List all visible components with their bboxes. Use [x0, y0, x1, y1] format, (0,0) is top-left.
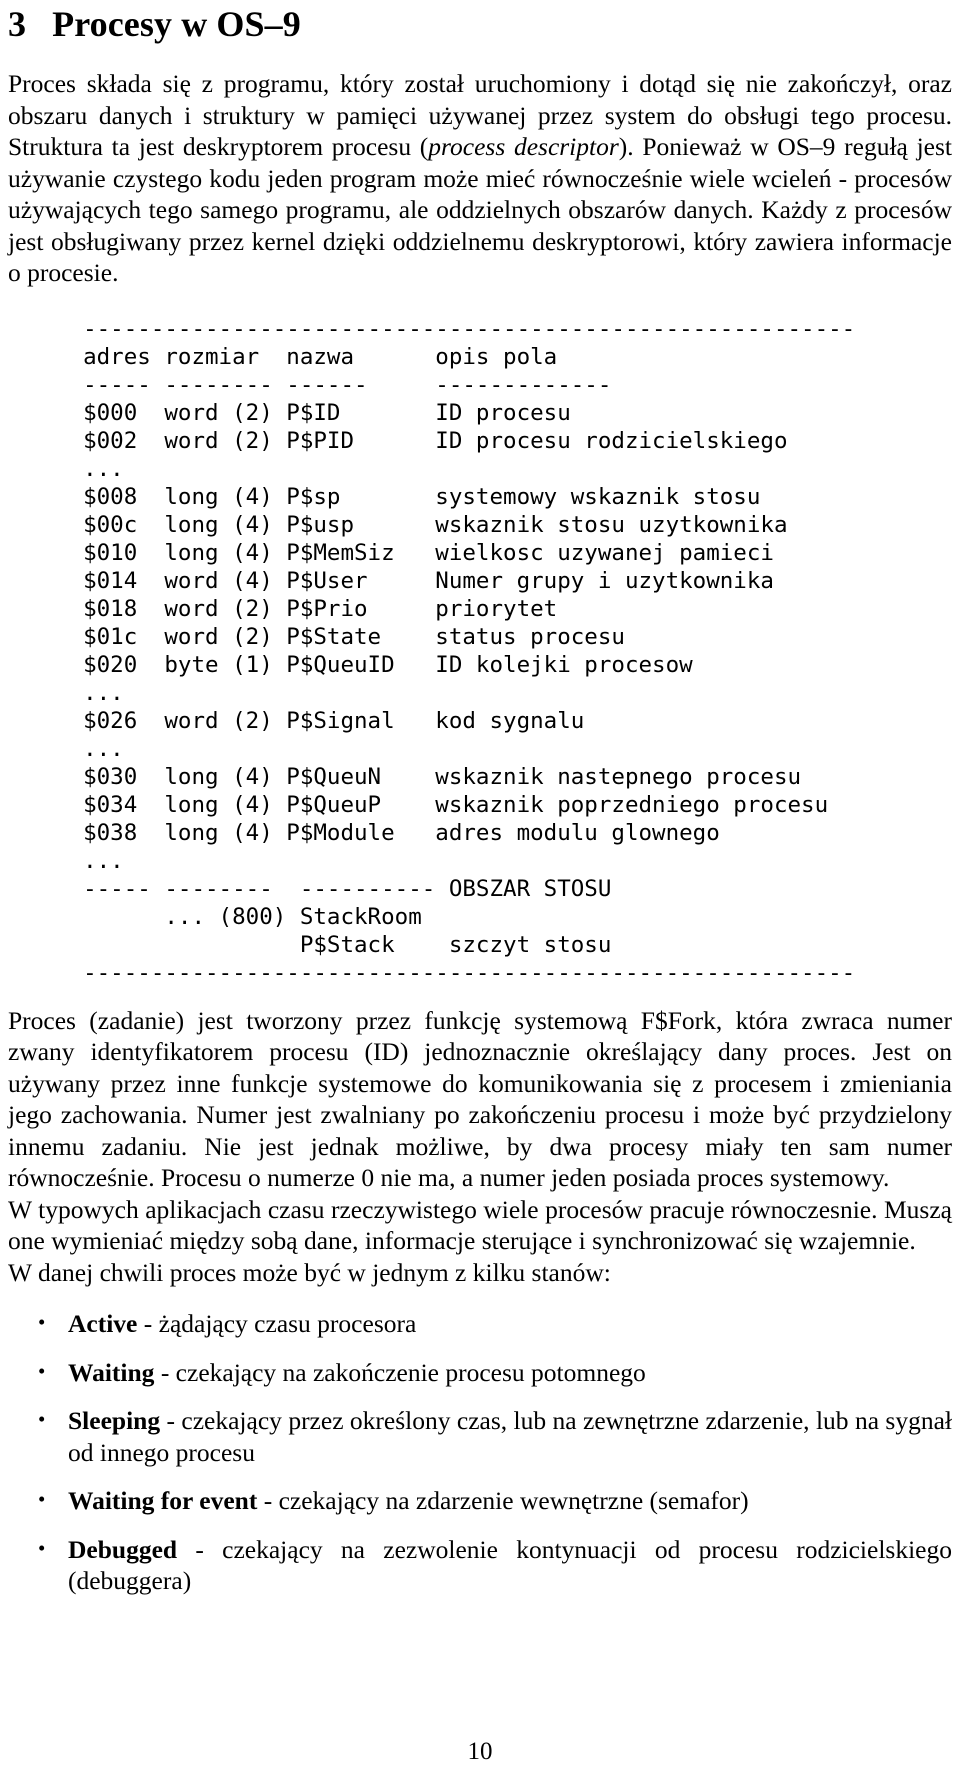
document-page: 3 Procesy w OS–9 Proces składa się z prog…: [0, 0, 960, 1788]
state-term: Waiting for event: [68, 1486, 258, 1515]
page-number: 10: [467, 1738, 493, 1765]
state-description: - czekający na zakończenie procesu potom…: [154, 1357, 646, 1387]
page-title: 3 Procesy w OS–9: [8, 0, 952, 44]
state-term: Sleeping: [68, 1406, 161, 1435]
section-number: 3: [8, 4, 27, 44]
realtime-paragraph: W typowych aplikacjach czasu rzeczywiste…: [8, 1194, 952, 1256]
page-content: 3 Procesy w OS–9 Proces składa się z prog…: [8, 0, 952, 1614]
section-title-text: Procesy w OS–9: [52, 4, 301, 44]
states-intro-paragraph: W danej chwili proces może być w jednym …: [8, 1257, 611, 1287]
state-term: Waiting: [68, 1357, 155, 1387]
list-item: Waiting for event - czekający na zdarzen…: [8, 1484, 952, 1517]
intro-paragraph: Proces składa się z programu, który zost…: [8, 68, 952, 289]
list-item: Waiting - czekający na zakończenie proce…: [8, 1356, 952, 1389]
list-item: Sleeping - czekający przez określony cza…: [8, 1404, 952, 1468]
process-descriptor-table: ----------------------------------------…: [83, 315, 856, 986]
process-states-list: Active - żądający czasu procesora Waitin…: [8, 1307, 952, 1597]
list-item: Active - żądający czasu procesora: [8, 1307, 952, 1340]
state-description: - czekający na zezwolenie kontynuacji od…: [68, 1534, 952, 1596]
state-description: - czekający przez określony czas, lub na…: [68, 1406, 952, 1467]
after-table-paragraph: Proces (zadanie) jest tworzony przez fun…: [8, 1005, 952, 1193]
process-descriptor-table-wrapper: ----------------------------------------…: [8, 315, 952, 987]
list-item: Debugged - czekający na zezwolenie konty…: [8, 1533, 952, 1597]
state-description: - czekający na zdarzenie wewnętrzne (sem…: [257, 1486, 749, 1515]
state-term: Debugged: [68, 1534, 178, 1564]
state-term: Active: [68, 1309, 138, 1338]
state-description: - żądający czasu procesora: [137, 1309, 417, 1338]
process-descriptor-italic: process descriptor: [428, 132, 619, 161]
